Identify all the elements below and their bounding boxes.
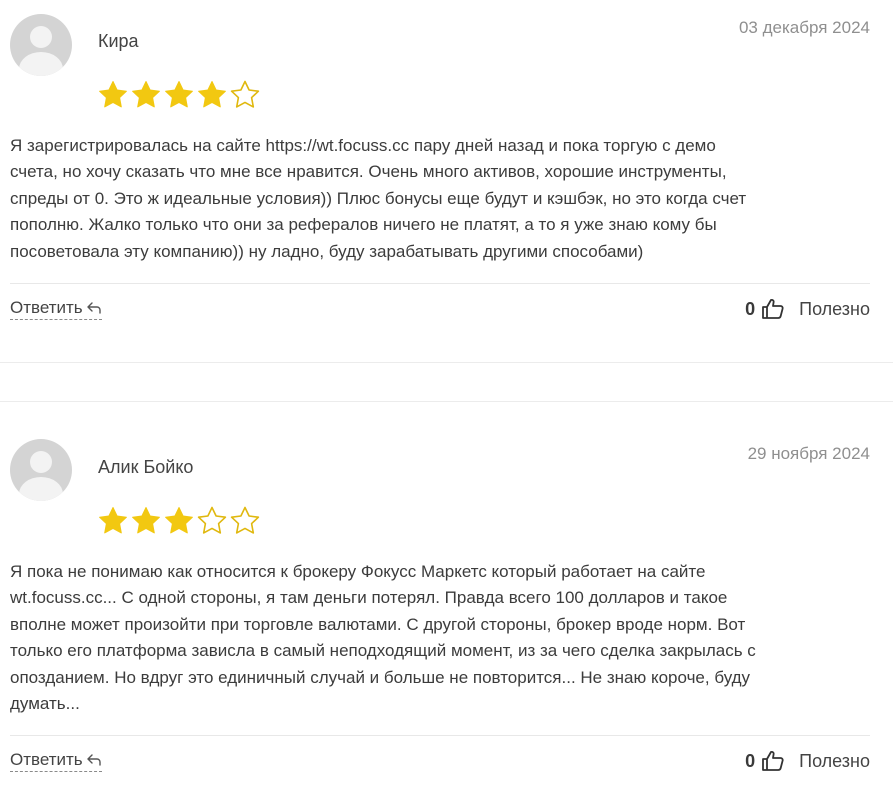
star-filled-icon [132, 507, 160, 534]
thumbs-up-icon [762, 298, 784, 319]
avatar [10, 14, 72, 76]
divider [10, 735, 870, 736]
reply-button[interactable]: Ответить [10, 298, 102, 320]
review-text: Я пока не понимаю как относится к брокер… [10, 559, 880, 717]
star-filled-icon [165, 81, 193, 108]
review-text-line: посоветовала эту компанию)) ну ладно, бу… [10, 241, 644, 261]
reply-label: Ответить [10, 750, 83, 769]
star-empty-icon [230, 506, 260, 534]
reply-label: Ответить [10, 298, 83, 317]
review-text-line: пополню. Жалко только что они за реферал… [10, 215, 717, 235]
divider [10, 283, 870, 284]
review-text-line: wt.focuss.cc... С одной стороны, я там д… [10, 588, 728, 608]
review-card: Кира 03 декабря 2024 Я зарегистрировалас… [0, 0, 893, 363]
review-text: Я зарегистрировалась на сайте https://wt… [10, 133, 880, 265]
reply-arrow-icon [86, 302, 101, 314]
likes-count: 0 [745, 750, 756, 771]
reply-button[interactable]: Ответить [10, 750, 102, 772]
star-filled-icon [99, 507, 127, 534]
star-filled-icon [165, 507, 193, 534]
review-text-line: думать... [10, 694, 80, 714]
likes-count: 0 [745, 298, 756, 319]
avatar [10, 439, 72, 501]
review-text-line: Я пока не понимаю как относится к брокер… [10, 562, 706, 581]
helpful-label: Полезно [799, 750, 870, 771]
review-date: 03 декабря 2024 [738, 18, 870, 37]
thumbs-up-icon [762, 750, 784, 771]
review-text-line: опозданием. Но вдруг это единичный случа… [10, 667, 751, 687]
review-text-line: счета, но хочу сказать что мне все нрави… [10, 162, 727, 182]
review-text-line: спреды от 0. Это ж идеальные условия)) П… [10, 188, 747, 208]
review-card: Алик Бойко 29 ноября 2024 Я пока не пони… [0, 401, 893, 804]
star-empty-icon [230, 80, 260, 108]
star-rating [97, 79, 261, 111]
review-text-line: Я зарегистрировалась на сайте https://wt… [10, 136, 716, 155]
author-name: Кира [98, 31, 139, 51]
review-text-line: только его платформа зависла в самый неп… [10, 641, 756, 661]
author-name: Алик Бойко [98, 457, 194, 477]
helpful-button[interactable]: 0 Полезно [745, 749, 870, 773]
star-empty-icon [197, 506, 227, 534]
reply-arrow-icon [86, 754, 101, 766]
review-date: 29 ноября 2024 [747, 444, 870, 463]
helpful-button[interactable]: 0 Полезно [745, 297, 870, 321]
helpful-label: Полезно [799, 298, 870, 319]
review-text-line: вполне может произойти при торговле валю… [10, 614, 746, 634]
star-filled-icon [99, 81, 127, 108]
star-filled-icon [198, 81, 226, 108]
star-filled-icon [132, 81, 160, 108]
star-rating [97, 505, 261, 537]
